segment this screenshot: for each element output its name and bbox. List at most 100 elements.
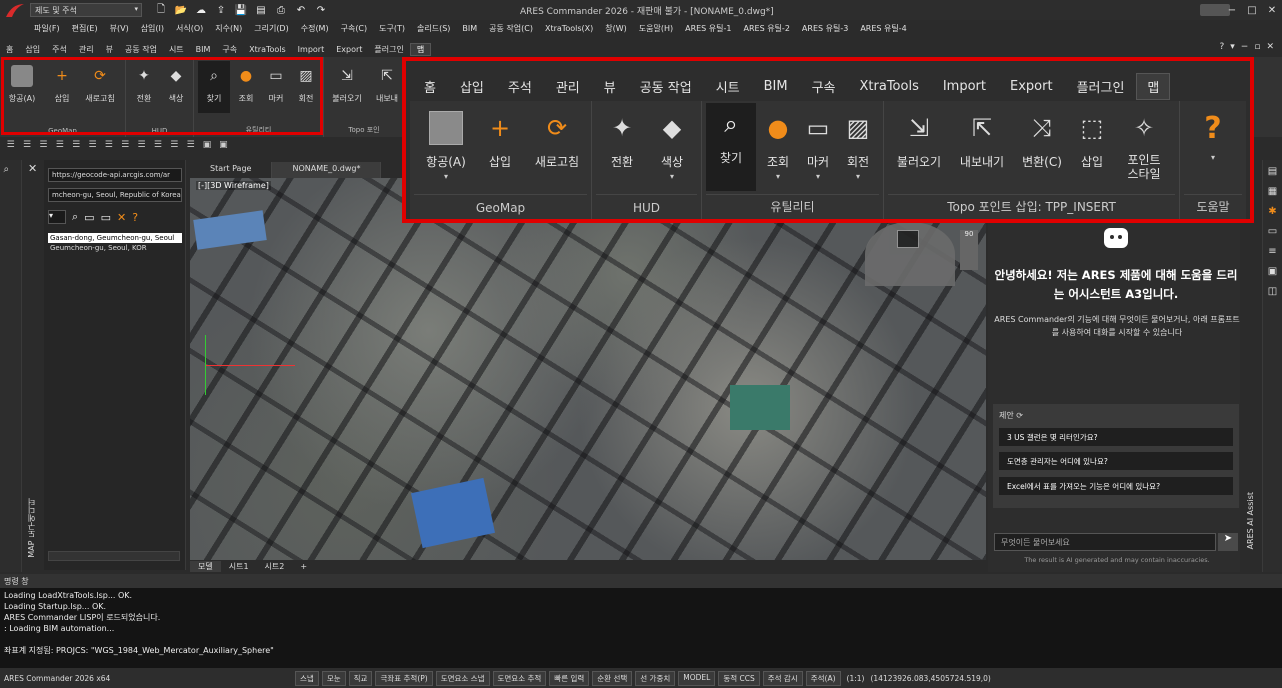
- dropdown-icon[interactable]: ▾: [48, 210, 66, 224]
- menu-item[interactable]: 서식(O): [170, 23, 209, 34]
- result-item[interactable]: Geumcheon-gu, Seoul, KOR: [48, 243, 182, 253]
- tab-annotate[interactable]: 주석: [496, 77, 544, 96]
- menu-item[interactable]: 그리기(D): [248, 23, 294, 34]
- grid-toggle[interactable]: 모눈: [321, 670, 346, 686]
- menu-item[interactable]: 도움말(H): [633, 23, 679, 34]
- refresh-icon[interactable]: ⟳: [1016, 411, 1023, 420]
- layers-icon[interactable]: ▦: [1266, 186, 1280, 200]
- suggestion-item[interactable]: Excel에서 표를 가져오는 기능은 어디에 있나요?: [999, 477, 1233, 495]
- tab-start-page[interactable]: Start Page: [190, 162, 273, 178]
- toggle-button[interactable]: ✦ 전환: [602, 107, 642, 170]
- help-button[interactable]: ? ▾: [1188, 107, 1238, 163]
- toolbar-icon[interactable]: ☰: [102, 140, 115, 152]
- tab-insert[interactable]: 삽입: [448, 77, 496, 96]
- marker-icon[interactable]: ▭: [84, 211, 94, 224]
- toolbar-icon[interactable]: ☰: [4, 140, 17, 152]
- annotation-monitor-toggle[interactable]: 주석 감시: [762, 670, 803, 686]
- tab-drawing[interactable]: NONAME_0.dwg*: [272, 162, 382, 178]
- menu-item[interactable]: ARES 유틸-2: [738, 23, 796, 34]
- tab-sheet2[interactable]: 시트2: [257, 561, 293, 572]
- suggestion-item[interactable]: 3 US 갤런은 몇 리터인가요?: [999, 428, 1233, 446]
- color-button[interactable]: ◆ 색상 ▾: [652, 107, 692, 181]
- close-button[interactable]: ✕: [1262, 5, 1282, 16]
- point-style-button[interactable]: ✧ 포인트 스타일: [1118, 107, 1170, 181]
- menu-item[interactable]: 구속(C): [335, 23, 374, 34]
- ai-input[interactable]: 무엇이든 물어보세요: [994, 533, 1216, 551]
- export-button[interactable]: ⇱ 내보내: [368, 65, 406, 104]
- toolbar-icon[interactable]: ☰: [53, 140, 66, 152]
- export-button[interactable]: ⇱ 내보내기: [952, 107, 1012, 170]
- command-log[interactable]: Loading LoadXtraTools.lsp... OK. Loading…: [0, 588, 1282, 668]
- viewport-label[interactable]: [-][3D Wireframe]: [196, 181, 271, 190]
- suggestion-item[interactable]: 도면층 관리자는 어디에 있나요?: [999, 452, 1233, 470]
- tab-bim[interactable]: BIM: [752, 79, 800, 94]
- convert-button[interactable]: ⤨ 변환(C): [1018, 107, 1066, 170]
- tab-manage[interactable]: 관리: [544, 77, 592, 96]
- map-search-icon[interactable]: ⌕: [4, 164, 18, 175]
- tab-annotate[interactable]: 주석: [46, 44, 73, 55]
- toolbar-icon[interactable]: ☰: [151, 140, 164, 152]
- tab-export[interactable]: Export: [330, 45, 368, 54]
- tab-view[interactable]: 뷰: [592, 77, 628, 96]
- clear-icon[interactable]: ✕: [117, 211, 126, 224]
- tab-xtratools[interactable]: XtraTools: [243, 45, 292, 54]
- insert-button[interactable]: + 삽입: [480, 107, 520, 170]
- view-cube-icon[interactable]: [897, 230, 919, 248]
- tab-constraints[interactable]: 구속: [216, 44, 243, 55]
- menu-item[interactable]: 파일(F): [28, 23, 66, 34]
- tab-insert[interactable]: 삽입: [19, 44, 46, 55]
- etrack-toggle[interactable]: 도면요소 추적: [492, 670, 547, 686]
- redo-icon[interactable]: ↷: [312, 3, 330, 17]
- cloud-open-icon[interactable]: ☁: [192, 3, 210, 17]
- tab-constraints[interactable]: 구속: [800, 77, 848, 96]
- toolbar-icon[interactable]: ☰: [37, 140, 50, 152]
- stack-icon[interactable]: ◫: [1266, 286, 1280, 300]
- tools-icon[interactable]: ✱: [1266, 206, 1280, 220]
- lineweight-toggle[interactable]: 선 가중치: [635, 670, 676, 686]
- ortho-toggle[interactable]: 직교: [348, 670, 373, 686]
- maximize-button[interactable]: □: [1242, 5, 1262, 16]
- menu-item[interactable]: 뷰(V): [104, 23, 135, 34]
- tab-map[interactable]: 맵: [409, 42, 432, 56]
- restore-icon[interactable]: ▫: [1254, 42, 1260, 52]
- tab-home[interactable]: 홈: [0, 44, 19, 55]
- cloud-save-icon[interactable]: ⇪: [212, 3, 230, 17]
- chevron-down-icon[interactable]: ▾: [1230, 42, 1235, 52]
- menu-item[interactable]: XtraTools(X): [539, 24, 599, 33]
- cycle-select-toggle[interactable]: 순환 선택: [592, 670, 633, 686]
- toolbar-icon[interactable]: ☰: [69, 140, 82, 152]
- close-icon[interactable]: ✕: [1266, 42, 1274, 52]
- help-icon[interactable]: ?: [132, 211, 138, 224]
- menu-item[interactable]: ARES 유틸-4: [854, 23, 912, 34]
- tab-collaborate[interactable]: 공동 작업: [119, 44, 163, 55]
- menu-item[interactable]: 삽입(I): [135, 23, 170, 34]
- menu-item[interactable]: 솔리드(S): [411, 23, 456, 34]
- toolbar-icon[interactable]: ☰: [168, 140, 181, 152]
- add-sheet-button[interactable]: +: [292, 562, 315, 571]
- help-icon[interactable]: ?: [1219, 42, 1224, 52]
- save-as-icon[interactable]: ▤: [252, 3, 270, 17]
- topo-insert-button[interactable]: ⬚ 삽입: [1072, 107, 1112, 170]
- toolbar-icon[interactable]: ☰: [20, 140, 33, 152]
- toolbar-icon[interactable]: ☰: [135, 140, 148, 152]
- dynamic-ccs-toggle[interactable]: 동적 CCS: [718, 670, 760, 686]
- send-button[interactable]: ➤: [1218, 533, 1238, 551]
- result-item[interactable]: Gasan-dong, Geumcheon-gu, Seoul: [48, 233, 182, 243]
- tab-plugins[interactable]: 플러그인: [368, 44, 409, 55]
- tab-bim[interactable]: BIM: [190, 45, 217, 54]
- undo-icon[interactable]: ↶: [292, 3, 310, 17]
- workspace-dropdown[interactable]: 제도 및 주석 ▾: [30, 3, 142, 17]
- menu-item[interactable]: 편집(E): [66, 23, 104, 34]
- tab-import[interactable]: Import: [931, 79, 998, 94]
- toolbar-icon[interactable]: ▣: [217, 140, 230, 152]
- tab-collaborate[interactable]: 공동 작업: [628, 77, 704, 96]
- toolbar-icon[interactable]: ▣: [200, 140, 213, 152]
- properties-icon[interactable]: ▤: [1266, 166, 1280, 180]
- geocode-url-field[interactable]: https://geocode-api.arcgis.com/ar: [48, 168, 182, 182]
- drawing-viewport[interactable]: [190, 178, 986, 560]
- print-icon[interactable]: ⎙: [272, 3, 290, 17]
- blocks-icon[interactable]: ▣: [1266, 266, 1280, 280]
- horizontal-scrollbar[interactable]: [48, 551, 180, 561]
- address-field[interactable]: mcheon-gu, Seoul, Republic of Korea: [48, 188, 182, 202]
- quick-input-toggle[interactable]: 빠른 입력: [549, 670, 590, 686]
